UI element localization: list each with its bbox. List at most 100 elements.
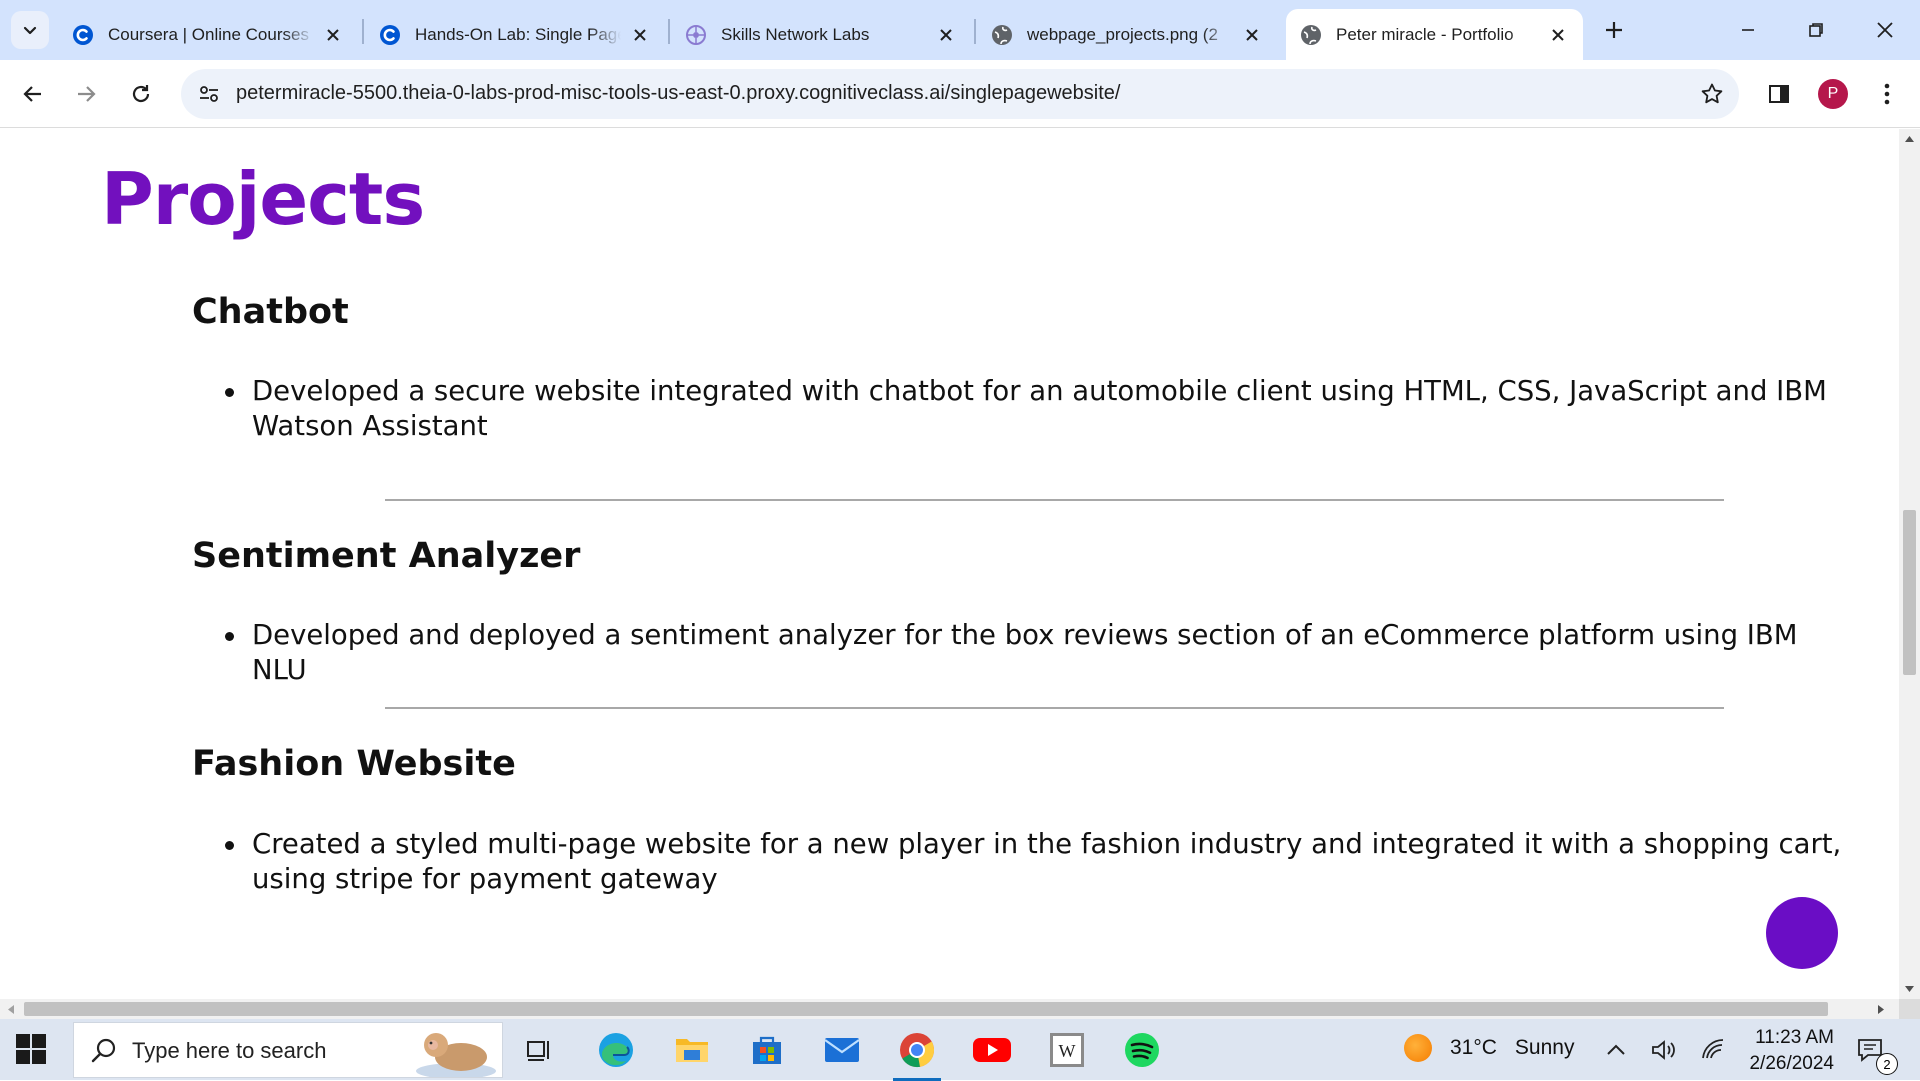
minimize-icon [1742, 29, 1754, 31]
mail-icon [824, 1038, 860, 1062]
avatar: P [1818, 79, 1848, 109]
close-tab-icon[interactable] [629, 24, 651, 46]
weather-temp: 31°C [1450, 1036, 1497, 1059]
tab-hands-on-lab[interactable]: Hands-On Lab: Single Page Website [365, 9, 665, 60]
address-bar[interactable]: petermiracle-5500.theia-0-labs-prod-misc… [181, 69, 1739, 119]
windows-taskbar: Type here to search W 31°C Sunny 11:23 A… [0, 1019, 1920, 1081]
show-hidden-icons-button[interactable] [1599, 1033, 1633, 1067]
reload-icon [132, 85, 150, 103]
browser-toolbar: petermiracle-5500.theia-0-labs-prod-misc… [0, 60, 1920, 128]
taskbar-search-input[interactable]: Type here to search [73, 1022, 503, 1078]
close-tab-icon[interactable] [322, 24, 344, 46]
chevron-up-icon [1607, 1044, 1625, 1055]
bookmark-star-icon[interactable] [1695, 77, 1729, 111]
forward-button[interactable] [66, 74, 106, 114]
project-title: Chatbot [192, 292, 349, 332]
spotify-button[interactable] [1116, 1025, 1168, 1075]
youtube-button[interactable] [966, 1025, 1018, 1075]
wifi-icon [1702, 1039, 1724, 1059]
restore-icon [1809, 23, 1823, 37]
horizontal-scrollbar[interactable] [0, 999, 1899, 1019]
close-window-button[interactable] [1855, 10, 1915, 50]
scrollbar-corner [1899, 999, 1920, 1019]
chrome-icon [900, 1033, 935, 1068]
horizontal-scroll-thumb[interactable] [24, 1002, 1828, 1016]
wikipedia-icon: W [1050, 1033, 1084, 1067]
side-panel-icon [1769, 85, 1789, 103]
bullet-icon [225, 632, 234, 641]
tab-coursera[interactable]: Coursera | Online Courses & Credentials [58, 9, 358, 60]
clock-date: 2/26/2024 [1749, 1053, 1834, 1074]
arrow-right-icon [78, 86, 96, 102]
microsoft-store-icon [753, 1036, 781, 1064]
edge-button[interactable] [590, 1025, 642, 1075]
project-title: Sentiment Analyzer [192, 536, 581, 576]
svg-text:W: W [1059, 1041, 1076, 1061]
site-info-icon[interactable] [195, 80, 223, 108]
close-tab-icon[interactable] [1547, 24, 1569, 46]
floating-action-button[interactable] [1766, 897, 1838, 969]
file-explorer-button[interactable] [666, 1025, 718, 1075]
project-description: Developed a secure website integrated wi… [225, 374, 1852, 444]
side-panel-button[interactable] [1759, 74, 1799, 114]
page-title: Projects [101, 157, 425, 241]
bullet-icon [225, 841, 234, 850]
microsoft-store-button[interactable] [741, 1025, 793, 1075]
close-tab-icon[interactable] [935, 24, 957, 46]
tab-webpage-projects[interactable]: webpage_projects.png (2 [977, 9, 1277, 60]
scroll-up-arrow-icon[interactable] [1904, 135, 1915, 143]
task-view-button[interactable] [513, 1025, 565, 1075]
youtube-icon [973, 1038, 1011, 1062]
coursera-icon [379, 24, 401, 46]
clock-time: 11:23 AM [1755, 1027, 1834, 1048]
tab-skills-network[interactable]: Skills Network Labs [671, 9, 971, 60]
scroll-down-arrow-icon[interactable] [1904, 985, 1915, 993]
vertical-scrollbar[interactable] [1899, 129, 1920, 999]
reload-button[interactable] [121, 74, 161, 114]
project-description-text: Developed a secure website integrated wi… [252, 375, 1827, 442]
windows-start-button[interactable] [16, 1034, 46, 1064]
scroll-left-arrow-icon[interactable] [7, 1004, 15, 1015]
scroll-right-arrow-icon[interactable] [1877, 1004, 1885, 1015]
search-placeholder: Type here to search [132, 1038, 327, 1063]
project-description: Developed and deployed a sentiment analy… [225, 618, 1852, 688]
tab-portfolio[interactable]: Peter miracle - Portfolio [1286, 9, 1583, 60]
browser-menu-button[interactable] [1867, 74, 1907, 114]
new-tab-button[interactable] [1598, 14, 1630, 46]
tab-separator [668, 19, 670, 44]
close-tab-icon[interactable] [1241, 24, 1263, 46]
mail-button[interactable] [816, 1025, 868, 1075]
back-button[interactable] [13, 74, 53, 114]
globe-icon [1300, 24, 1322, 46]
browser-tabstrip: Coursera | Online Courses & Credentials … [0, 0, 1920, 60]
project-title: Fashion Website [192, 744, 516, 784]
windows-logo-icon [16, 1034, 30, 1048]
tab-title: webpage_projects.png (2 [1027, 24, 1218, 44]
page-viewport: Projects Chatbot Developed a secure webs… [0, 129, 1899, 999]
restore-button[interactable] [1786, 10, 1846, 50]
weather-widget[interactable]: 31°C Sunny [1404, 1034, 1574, 1062]
system-clock[interactable]: 11:23 AM 2/26/2024 [1738, 1025, 1834, 1077]
windows-logo-icon [32, 1050, 46, 1064]
url-text: petermiracle-5500.theia-0-labs-prod-misc… [236, 82, 1121, 104]
arrow-left-icon [23, 86, 41, 102]
sun-icon [1404, 1034, 1432, 1062]
tab-search-button[interactable] [11, 11, 49, 49]
network-button[interactable] [1696, 1033, 1730, 1067]
vertical-scroll-thumb[interactable] [1903, 510, 1916, 675]
project-description-text: Created a styled multi-page website for … [252, 828, 1842, 895]
volume-button[interactable] [1646, 1033, 1680, 1067]
globe-icon [991, 24, 1013, 46]
kebab-menu-icon [1884, 83, 1890, 105]
chrome-button[interactable] [891, 1025, 943, 1081]
spotify-icon [1125, 1033, 1159, 1067]
bullet-icon [225, 388, 234, 397]
skills-network-icon [685, 24, 707, 46]
edge-icon [599, 1033, 633, 1067]
profile-button[interactable]: P [1813, 74, 1853, 114]
weather-condition: Sunny [1514, 1036, 1575, 1059]
tab-separator [974, 19, 976, 44]
minimize-button[interactable] [1718, 10, 1778, 50]
wikipedia-button[interactable]: W [1041, 1025, 1093, 1075]
search-icon [91, 1038, 116, 1063]
